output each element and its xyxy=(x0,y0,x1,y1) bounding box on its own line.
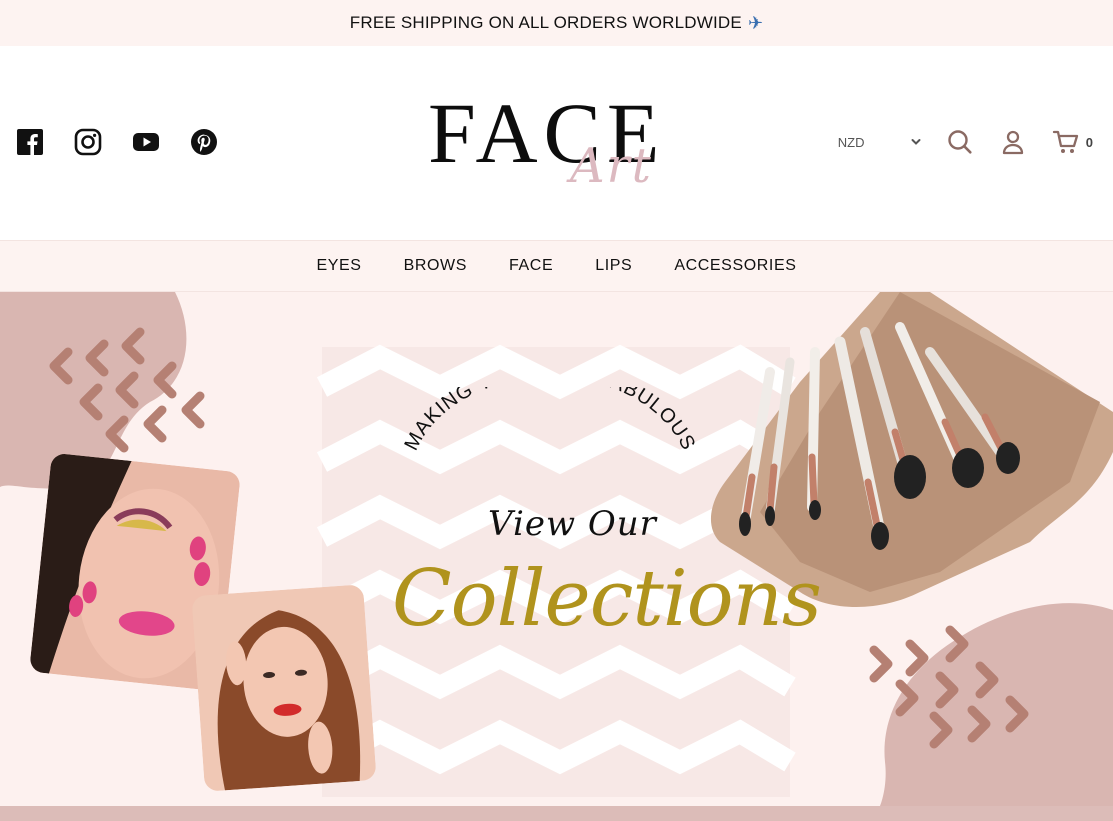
nav-item-accessories[interactable]: ACCESSORIES xyxy=(674,257,796,275)
cart-icon[interactable] xyxy=(1052,128,1080,156)
nav-item-face[interactable]: FACE xyxy=(509,257,553,275)
announcement-text: FREE SHIPPING ON ALL ORDERS WORLDWIDE xyxy=(349,13,742,32)
nav-item-eyes[interactable]: EYES xyxy=(316,257,361,275)
section-divider xyxy=(0,806,1113,821)
hero-tagline: MAKING YOU LOOK FABULOUS xyxy=(400,387,699,454)
facebook-icon[interactable] xyxy=(16,128,44,156)
hero-tagline-text: MAKING YOU LOOK FABULOUS xyxy=(400,387,698,454)
hero-banner[interactable]: MAKING YOU LOOK FABULOUS View Our Collec… xyxy=(0,292,1113,806)
pinterest-icon[interactable] xyxy=(190,128,218,156)
airplane-icon: ✈ xyxy=(747,12,764,33)
currency-value: NZD xyxy=(837,134,865,150)
site-header: FACE Art NZD 0 xyxy=(0,46,1113,240)
search-icon[interactable] xyxy=(946,128,974,156)
currency-selector[interactable]: NZD xyxy=(838,135,922,150)
announcement-bar: FREE SHIPPING ON ALL ORDERS WORLDWIDE ✈ xyxy=(0,0,1113,46)
brand-logo[interactable]: FACE Art xyxy=(428,90,718,210)
youtube-icon[interactable] xyxy=(132,128,160,156)
account-icon[interactable] xyxy=(999,128,1027,156)
logo-secondary-text: Art xyxy=(570,138,653,194)
cart-count: 0 xyxy=(1085,134,1093,150)
main-nav: EYES BROWS FACE LIPS ACCESSORIES xyxy=(0,240,1113,292)
hero-view-our: View Our xyxy=(488,504,657,544)
instagram-icon[interactable] xyxy=(74,128,102,156)
model-photo-redlips xyxy=(191,584,377,792)
nav-item-lips[interactable]: LIPS xyxy=(595,257,632,275)
header-utilities: NZD 0 xyxy=(838,128,1093,156)
chevron-down-icon xyxy=(911,139,921,145)
nav-item-brows[interactable]: BROWS xyxy=(404,257,467,275)
svg-text:MAKING YOU LOOK FABULOUS: MAKING YOU LOOK FABULOUS xyxy=(400,387,699,454)
hero-collections-heading[interactable]: Collections xyxy=(392,560,822,638)
social-links xyxy=(16,128,218,156)
